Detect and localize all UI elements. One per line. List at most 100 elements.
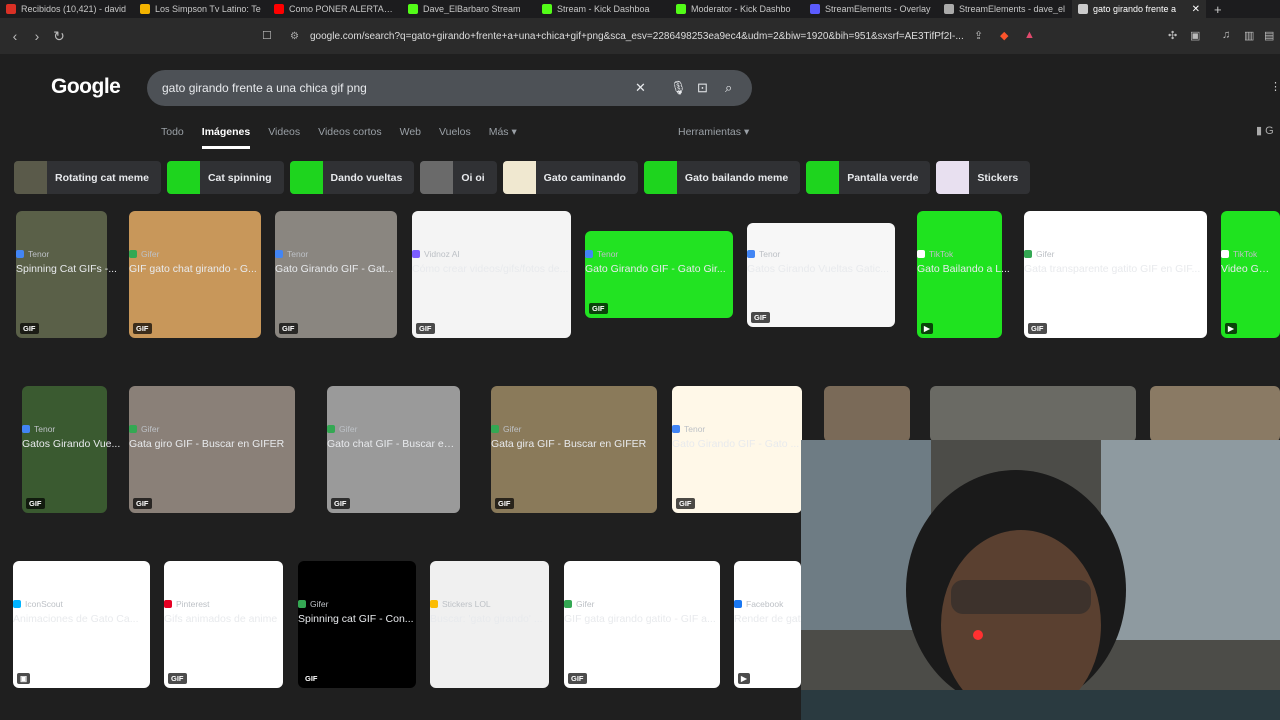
brave-rewards-icon[interactable]: ▲ [1024, 29, 1035, 41]
result-title[interactable]: Gato Girando GIF - Gato Gir... [585, 263, 733, 275]
address-bar[interactable]: ⚙ google.com/search?q=gato+girando+frent… [282, 23, 1044, 49]
browser-tab[interactable]: Stream - Kick Dashboa [536, 0, 670, 18]
result-title[interactable]: Gata gira GIF - Buscar en GIFER [491, 438, 657, 450]
result-title[interactable]: GIF gato chat girando - G... [129, 263, 261, 275]
tab-favicon-icon [944, 4, 954, 14]
tools-button[interactable]: Herramientas ▾ [678, 126, 749, 138]
browser-tab[interactable]: gato girando frente a ✕ [1072, 0, 1206, 18]
result-source[interactable]: TikTok [917, 249, 953, 259]
browser-tab[interactable]: StreamElements - dave_el [938, 0, 1072, 18]
back-icon[interactable]: ‹ [4, 28, 26, 44]
source-favicon-icon [22, 425, 30, 433]
browser-tab[interactable]: Los Simpson Tv Latino: Te [134, 0, 268, 18]
result-thumbnail[interactable] [1150, 386, 1280, 442]
result-thumbnail[interactable] [930, 386, 1136, 442]
sidebar-icon[interactable]: ▥ [1244, 29, 1254, 42]
result-thumbnail[interactable]: GIF [747, 223, 895, 327]
share-icon[interactable]: ⇪ [974, 29, 983, 42]
close-tab-icon[interactable]: ✕ [1192, 4, 1200, 15]
result-title[interactable]: Cómo crear videos/gifs/fotos de... [412, 263, 571, 275]
result-title[interactable]: Animaciones de Gato Ca... [13, 613, 150, 625]
browser-tab[interactable]: StreamElements - Overlay [804, 0, 938, 18]
result-source[interactable]: Tenor [16, 249, 49, 259]
media-icon[interactable]: ♫ [1222, 29, 1230, 41]
result-title[interactable]: GIF gata girando gatito - GIF a... [564, 613, 720, 625]
microphone-icon[interactable]: 🎙 [670, 80, 687, 96]
result-source[interactable]: Tenor [747, 249, 780, 259]
result-source[interactable]: Facebook [734, 599, 783, 609]
refinement-chip[interactable]: Oi oi [420, 161, 497, 194]
browser-tab[interactable]: Dave_ElBarbaro Stream [402, 0, 536, 18]
result-source[interactable]: Gifer [491, 424, 521, 434]
source-name: Gifer [1036, 249, 1055, 259]
chip-label: Gato bailando meme [684, 171, 789, 184]
result-source[interactable]: Tenor [672, 424, 705, 434]
result-title[interactable]: Gatos Girando Vue... [22, 438, 142, 450]
browser-tab[interactable]: Recibidos (10,421) - david [0, 0, 134, 18]
result-title[interactable]: Gato Girando GIF - Gat... [275, 263, 397, 275]
brave-shield-icon[interactable]: ◆ [1000, 29, 1008, 42]
screenshot-icon[interactable]: ▣ [1190, 29, 1200, 42]
wallet-icon[interactable]: ▤ [1264, 29, 1274, 42]
search-input[interactable]: gato girando frente a una chica gif png … [147, 70, 752, 106]
refinement-chip[interactable]: Gato bailando meme [643, 161, 801, 194]
result-title[interactable]: Spinning cat GIF - Con... [298, 613, 418, 625]
result-thumbnail[interactable] [824, 386, 910, 442]
result-source[interactable]: IconScout [13, 599, 63, 609]
result-title[interactable]: Gatos Girando Vueltas Gatic... [747, 263, 895, 275]
tab-images[interactable]: Imágenes [201, 126, 251, 149]
result-source[interactable]: Gifer [129, 249, 159, 259]
result-source[interactable]: TikTok [1221, 249, 1257, 259]
browser-tab[interactable]: Moderator - Kick Dashbo [670, 0, 804, 18]
gif-badge: GIF [331, 498, 350, 509]
result-title[interactable]: Gato Girando GIF - Gato ... [672, 438, 802, 450]
result-title[interactable]: Gata giro GIF - Buscar en GIFER [129, 438, 295, 450]
result-title[interactable]: Gato Bailando a L... [917, 263, 1037, 275]
tab-favicon-icon [408, 4, 418, 14]
refinement-chip[interactable]: Dando vueltas [289, 161, 415, 194]
result-source[interactable]: Tenor [22, 424, 55, 434]
result-source[interactable]: Pinterest [164, 599, 210, 609]
tab-flights[interactable]: Vuelos [439, 126, 471, 149]
refinement-chip[interactable]: Pantalla verde [806, 161, 931, 194]
result-title[interactable]: Gifs animados de anime [164, 613, 284, 625]
result-source[interactable]: Gifer [298, 599, 328, 609]
result-title[interactable]: Gata transparente gatito GIF en GIF... [1024, 263, 1207, 275]
bookmark-icon[interactable]: ☐ [262, 29, 272, 42]
result-title[interactable]: Gato chat GIF - Buscar en GIFER [327, 438, 460, 450]
tab-all[interactable]: Todo [161, 126, 184, 149]
tab-more[interactable]: Más ▾ [489, 126, 517, 149]
result-source[interactable]: Tenor [275, 249, 308, 259]
gif-badge: GIF [168, 673, 187, 684]
forward-icon[interactable]: › [26, 28, 48, 44]
result-source[interactable]: Gifer [564, 599, 594, 609]
result-source[interactable]: Gifer [129, 424, 159, 434]
site-info-icon[interactable]: ⚙ [290, 31, 299, 42]
reload-icon[interactable]: ↻ [48, 28, 70, 45]
saved-icon[interactable]: ▮ G [1256, 124, 1274, 137]
chip-thumbnail [289, 161, 323, 194]
refinement-chip[interactable]: Cat spinning [166, 161, 284, 194]
extensions-icon[interactable]: ✣ [1168, 29, 1177, 42]
result-source[interactable]: Stickers LOL [430, 599, 491, 609]
refinement-chip[interactable]: Stickers [936, 161, 1031, 194]
result-source[interactable]: Gifer [327, 424, 357, 434]
refinement-chip[interactable]: Gato caminando [502, 161, 638, 194]
browser-tab[interactable]: Como PONER ALERTAS de [268, 0, 402, 18]
result-title[interactable]: Video Gato D [1221, 263, 1270, 275]
apps-icon[interactable]: ⋮ [1270, 80, 1280, 93]
result-source[interactable]: Tenor [585, 249, 618, 259]
result-title[interactable]: Spinning Cat GIFs -... [16, 263, 136, 275]
new-tab-button[interactable]: + [1214, 2, 1222, 17]
google-logo[interactable]: Google [51, 75, 121, 99]
result-source[interactable]: Gifer [1024, 249, 1054, 259]
lens-icon[interactable]: ⊡ [697, 80, 708, 96]
result-source[interactable]: Vidnoz AI [412, 249, 460, 259]
refinement-chip[interactable]: Rotating cat meme [14, 161, 161, 194]
search-icon[interactable]: ⌕ [725, 80, 732, 96]
clear-icon[interactable]: ✕ [635, 80, 646, 96]
tab-web[interactable]: Web [400, 126, 421, 149]
tab-short-videos[interactable]: Videos cortos [318, 126, 381, 149]
result-title[interactable]: Buscar: 'gato girando' ... [430, 613, 550, 625]
tab-videos[interactable]: Videos [268, 126, 300, 149]
